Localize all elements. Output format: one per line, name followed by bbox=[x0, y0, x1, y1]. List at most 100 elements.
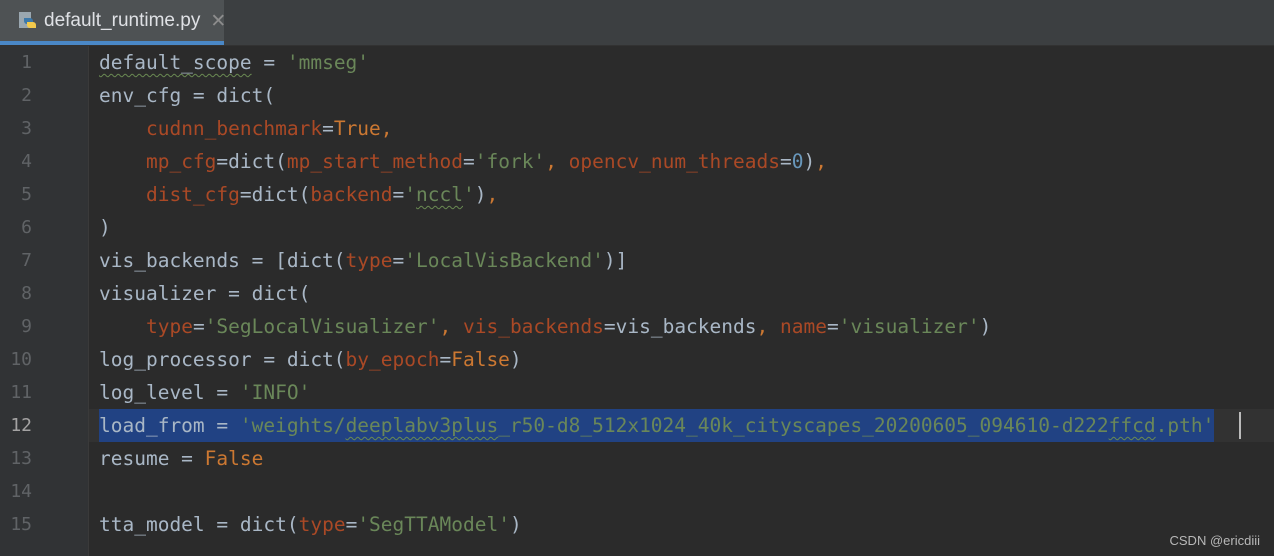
code-token: log_level = bbox=[99, 381, 240, 404]
code-line-11[interactable]: log_level = 'INFO' bbox=[99, 376, 310, 409]
code-line-6[interactable]: ) bbox=[99, 211, 111, 244]
code-token: visualizer = dict( bbox=[99, 282, 311, 305]
line-number: 1 bbox=[21, 52, 32, 73]
code-token-string: 'SegLocalVisualizer' bbox=[204, 315, 440, 338]
code-token-kwarg: cudnn_benchmark bbox=[145, 117, 323, 140]
line-number: 2 bbox=[21, 85, 32, 106]
line-number: 4 bbox=[21, 151, 32, 172]
code-line-4[interactable]: mp_cfg=dict(mp_start_method='fork', open… bbox=[99, 145, 827, 178]
code-token-string: 'mmseg' bbox=[286, 51, 370, 74]
code-line-12-selected[interactable]: load_from = 'weights/deeplabv3plus_r50-d… bbox=[99, 409, 1215, 442]
code-token-comma: , bbox=[486, 183, 499, 206]
code-token: =dict( bbox=[216, 150, 287, 173]
code-token: ) bbox=[99, 216, 111, 239]
code-line-13[interactable]: resume = False bbox=[99, 442, 263, 475]
code-token-kwarg: type bbox=[298, 513, 346, 536]
code-token: =vis_backends bbox=[603, 315, 757, 338]
line-number: 3 bbox=[21, 118, 32, 139]
code-token: = bbox=[462, 150, 475, 173]
code-token-string: 'SegTTAModel' bbox=[357, 513, 510, 536]
code-token-kwarg: mp_cfg bbox=[145, 150, 217, 173]
line-number: 5 bbox=[21, 184, 32, 205]
code-token: ) bbox=[509, 513, 522, 536]
code-token: = bbox=[345, 513, 358, 536]
code-token-comma: , bbox=[756, 315, 780, 338]
line-number: 10 bbox=[10, 349, 32, 370]
tab-filename: default_runtime.py bbox=[44, 9, 201, 31]
code-token: ) bbox=[979, 315, 992, 338]
line-number: 15 bbox=[10, 514, 32, 535]
line-number: 8 bbox=[21, 283, 32, 304]
code-token-kwarg: type bbox=[345, 249, 393, 272]
code-line-1[interactable]: default_scope = 'mmseg' bbox=[99, 46, 369, 79]
code-token: ) bbox=[509, 348, 522, 371]
code-line-3[interactable]: cudnn_benchmark=True, bbox=[99, 112, 393, 145]
code-token-kwarg: backend bbox=[310, 183, 393, 206]
code-token: vis_backends = [dict( bbox=[99, 249, 346, 272]
tab-default-runtime[interactable]: default_runtime.py ✕ bbox=[0, 0, 226, 45]
watermark: CSDN @ericdiii bbox=[1169, 533, 1261, 548]
code-token-string: deeplabv3plus bbox=[345, 414, 499, 437]
code-token-kwarg: opencv_num_threads bbox=[568, 150, 780, 173]
code-line-8[interactable]: visualizer = dict( bbox=[99, 277, 310, 310]
code-token-number: 0 bbox=[791, 150, 804, 173]
line-number-current: 12 bbox=[10, 415, 32, 436]
code-token: = bbox=[392, 183, 405, 206]
line-number: 7 bbox=[21, 250, 32, 271]
code-token-kwarg: type bbox=[145, 315, 193, 338]
code-token-comma: , bbox=[439, 315, 463, 338]
code-line-9[interactable]: type='SegLocalVisualizer', vis_backends=… bbox=[99, 310, 991, 343]
editor-tab-bar: default_runtime.py ✕ bbox=[0, 0, 1274, 46]
code-line-7[interactable]: vis_backends = [dict(type='LocalVisBacke… bbox=[99, 244, 627, 277]
code-token: ) bbox=[474, 183, 487, 206]
code-token: = bbox=[392, 249, 405, 272]
code-token-kwarg: name bbox=[779, 315, 827, 338]
code-line-2[interactable]: env_cfg = dict( bbox=[99, 79, 275, 112]
code-token: = bbox=[192, 315, 205, 338]
code-token-string: ffcd bbox=[1108, 414, 1156, 437]
code-token-kwarg: by_epoch bbox=[345, 348, 440, 371]
line-number: 13 bbox=[10, 448, 32, 469]
code-token-string: ' bbox=[404, 183, 417, 206]
code-token: = bbox=[439, 348, 452, 371]
code-token-keyword: False bbox=[204, 447, 264, 470]
close-icon[interactable]: ✕ bbox=[210, 10, 226, 32]
code-token-kwarg: vis_backends bbox=[462, 315, 604, 338]
python-file-icon bbox=[16, 10, 38, 32]
code-token: load_from = bbox=[99, 414, 240, 437]
code-line-15[interactable]: tta_model = dict(type='SegTTAModel') bbox=[99, 508, 522, 541]
code-token-string: nccl bbox=[416, 183, 463, 206]
code-token: default_scope bbox=[99, 51, 252, 74]
code-token: = bbox=[780, 150, 792, 173]
code-token-comma: , bbox=[815, 150, 827, 173]
code-token: = bbox=[322, 117, 334, 140]
code-token-kwarg: mp_start_method bbox=[286, 150, 463, 173]
code-token-keyword: False bbox=[451, 348, 510, 371]
code-line-10[interactable]: log_processor = dict(by_epoch=False) bbox=[99, 343, 522, 376]
code-token-string: _r50-d8_512x1024_40k_cityscapes_20200605… bbox=[498, 414, 1109, 437]
line-number-gutter: 1 2 3 4 5 6 7 8 9 10 11 12 13 14 15 bbox=[0, 46, 88, 556]
code-token: = bbox=[251, 51, 287, 74]
code-token: log_processor = dict( bbox=[99, 348, 346, 371]
code-token-string: 'weights/ bbox=[239, 414, 346, 437]
code-token-keyword: True bbox=[333, 117, 381, 140]
code-token-string: 'visualizer' bbox=[838, 315, 980, 338]
code-line-5[interactable]: dist_cfg=dict(backend='nccl'), bbox=[99, 178, 498, 211]
text-caret bbox=[1239, 412, 1241, 439]
code-token-kwarg: dist_cfg bbox=[145, 183, 240, 206]
code-token-string: 'fork' bbox=[474, 150, 546, 173]
code-token-string: ' bbox=[463, 183, 475, 206]
code-token-comma: , bbox=[380, 117, 393, 140]
line-number: 9 bbox=[21, 316, 32, 337]
code-token: tta_model = dict( bbox=[99, 513, 299, 536]
code-token-comma: , bbox=[545, 150, 569, 173]
code-token-string: 'LocalVisBackend' bbox=[404, 249, 604, 272]
code-token: = bbox=[826, 315, 839, 338]
code-token: resume = bbox=[99, 447, 205, 470]
code-token-string: 'INFO' bbox=[239, 381, 311, 404]
code-token-string: .pth' bbox=[1155, 414, 1215, 437]
